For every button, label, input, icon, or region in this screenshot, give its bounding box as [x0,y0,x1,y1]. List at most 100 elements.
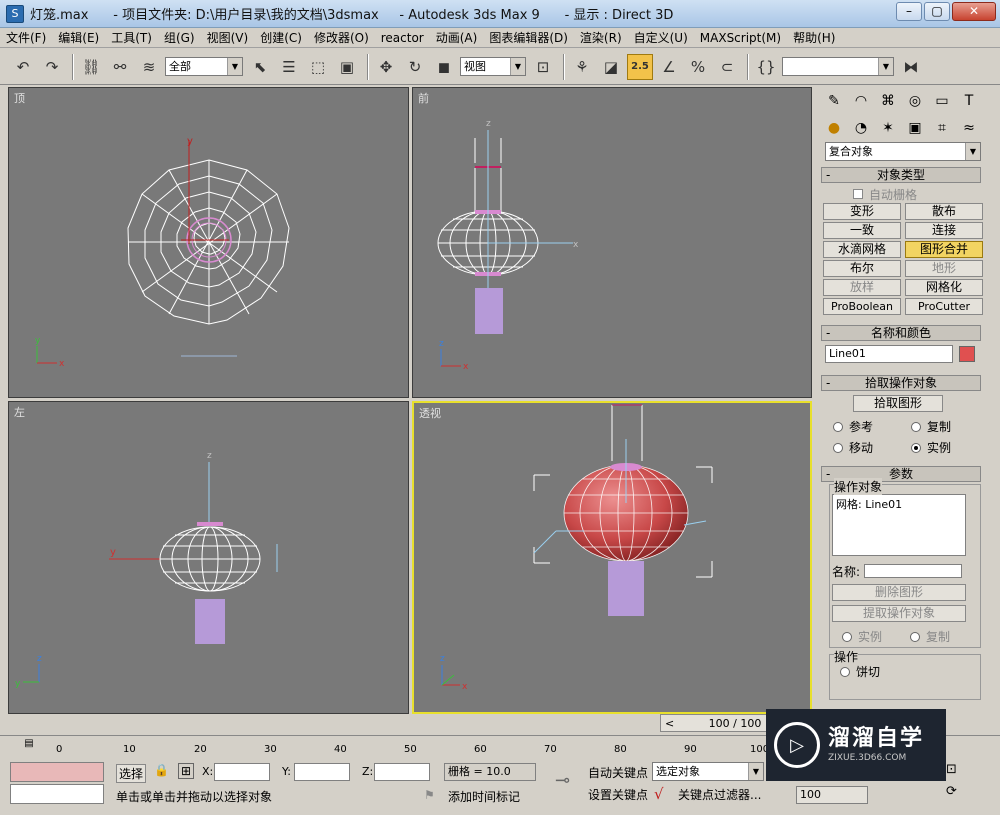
maximize-button[interactable]: ▢ [924,2,950,21]
shapes-icon[interactable]: ◔ [848,116,874,140]
extract-copy-radio[interactable]: 复制 [910,628,950,645]
object-name-input[interactable]: Line01 [825,345,953,363]
cameras-icon[interactable]: ▣ [902,116,928,140]
reference-coord-dropdown[interactable]: 视图 ▼ [460,57,526,76]
curve-editor-icon[interactable]: ▤ [18,738,40,756]
object-type-rollout[interactable]: - 对象类型 [821,167,981,183]
key-set-dropdown[interactable]: 选定对象 ▼ [652,762,764,781]
menu-group[interactable]: 组(G) [158,28,201,48]
align-icon[interactable]: ◪ [598,54,624,80]
pick-shape-button[interactable]: 拾取图形 [853,395,943,412]
helpers-icon[interactable]: ⌗ [929,116,955,140]
menu-maxscript[interactable]: MAXScript(M) [694,28,787,48]
menu-file[interactable]: 文件(F) [0,28,52,48]
operands-list[interactable]: 网格: Line01 [832,494,966,556]
lock-icon[interactable]: 🔒 [154,763,169,777]
menu-modifiers[interactable]: 修改器(O) [308,28,375,48]
display-tab-icon[interactable]: ▭ [929,89,955,113]
loft-button[interactable]: 放样 [823,279,901,296]
orbit-icon[interactable]: ⟳ [946,784,957,799]
category-dropdown[interactable]: 复合对象 ▼ [825,142,981,161]
redo-icon[interactable]: ↷ [39,54,65,80]
current-time-input[interactable]: 100 [796,786,868,804]
mirror-selection-icon[interactable]: ⚘ [569,54,595,80]
prev-frame-icon[interactable]: < [661,717,678,730]
menu-help[interactable]: 帮助(H) [787,28,841,48]
scale-icon[interactable]: ◼ [431,54,457,80]
add-time-tag[interactable]: 添加时间标记 [448,788,520,805]
menu-customize[interactable]: 自定义(U) [628,28,694,48]
y-coordinate-input[interactable] [294,763,350,781]
menu-animation[interactable]: 动画(A) [430,28,484,48]
move-radio[interactable]: 移动 [833,439,911,456]
menu-edit[interactable]: 编辑(E) [52,28,105,48]
menu-tools[interactable]: 工具(T) [105,28,158,48]
geometry-icon[interactable]: ● [821,116,847,140]
select-link-icon[interactable]: ⛓ [78,54,104,80]
select-by-name-icon[interactable]: ☰ [276,54,302,80]
operand-item[interactable]: 网格: Line01 [836,496,962,512]
selection-filter-dropdown[interactable]: 全部 ▼ [165,57,243,76]
menu-graph-editors[interactable]: 图表编辑器(D) [483,28,574,48]
space-warps-icon[interactable]: ≈ [956,116,982,140]
viewport-perspective[interactable]: 透视 z x [412,401,812,714]
menu-create[interactable]: 创建(C) [254,28,308,48]
set-key-button[interactable]: 设置关键点 [588,786,648,803]
operand-name-input[interactable] [864,564,963,578]
conform-button[interactable]: 一致 [823,222,901,239]
instance-radio[interactable]: 实例 [911,439,989,456]
key-filters-button[interactable]: 关键点过滤器... [678,786,761,803]
procutter-button[interactable]: ProCutter [905,298,983,315]
shapemerge-button[interactable]: 图形合并 [905,241,983,258]
terrain-button[interactable]: 地形 [905,260,983,277]
menu-views[interactable]: 视图(V) [201,28,255,48]
morph-button[interactable]: 变形 [823,203,901,220]
close-button[interactable]: ✕ [952,2,996,21]
window-crossing-icon[interactable]: ▣ [334,54,360,80]
spinner-snap-icon[interactable]: ⊂ [714,54,740,80]
reference-radio[interactable]: 参考 [833,418,911,435]
proboolean-button[interactable]: ProBoolean [823,298,901,315]
viewport-left[interactable]: 左 y z z y [8,401,409,714]
scatter-button[interactable]: 散布 [905,203,983,220]
rotate-icon[interactable]: ↻ [402,54,428,80]
boolean-button[interactable]: 布尔 [823,260,901,277]
autogrid-checkbox[interactable]: 自动栅格 [817,185,985,203]
create-tab-icon[interactable]: ✎ [821,89,847,113]
zoom-icon[interactable]: ⊡ [946,762,957,777]
select-object-icon[interactable]: ⬉ [247,54,273,80]
extract-operand-button[interactable]: 提取操作对象 [832,605,966,622]
absolute-mode-icon[interactable]: ⊞ [178,763,194,779]
rectangle-selection-icon[interactable]: ⬚ [305,54,331,80]
blobmesh-button[interactable]: 水滴网格 [823,241,901,258]
percent-snap-icon[interactable]: % [685,54,711,80]
maxscript-input[interactable] [10,784,104,804]
viewport-front[interactable]: 前 z x z x [412,87,812,398]
selection-set-button[interactable]: 选择 [116,764,147,783]
modify-tab-icon[interactable]: ◠ [848,89,874,113]
angle-snap-icon[interactable]: ∠ [656,54,682,80]
unlink-icon[interactable]: ⚯ [107,54,133,80]
motion-tab-icon[interactable]: ◎ [902,89,928,113]
menu-reactor[interactable]: reactor [375,28,430,48]
snap-toggle-icon[interactable]: 2.5 [627,53,653,80]
edit-named-selections-icon[interactable]: {} [753,54,779,80]
3ds-max-icon[interactable]: S [6,4,24,23]
move-icon[interactable]: ✥ [373,54,399,80]
object-color-swatch[interactable] [959,346,975,362]
copy-radio[interactable]: 复制 [911,418,989,435]
cookie-cutter-radio[interactable]: 饼切 [834,663,880,680]
utilities-tab-icon[interactable]: T [956,89,982,113]
auto-key-button[interactable]: 自动关键点 [588,764,648,781]
name-color-rollout[interactable]: - 名称和颜色 [821,325,981,341]
delete-shape-button[interactable]: 删除图形 [832,584,966,601]
pick-operand-rollout[interactable]: - 拾取操作对象 [821,375,981,391]
lights-icon[interactable]: ✶ [875,116,901,140]
connect-button[interactable]: 连接 [905,222,983,239]
pivot-center-icon[interactable]: ⊡ [530,54,556,80]
hierarchy-tab-icon[interactable]: ⌘ [875,89,901,113]
menu-rendering[interactable]: 渲染(R) [574,28,628,48]
x-coordinate-input[interactable] [214,763,270,781]
key-filter-icon[interactable]: √ [654,785,664,803]
mirror-icon[interactable]: ⧓ [898,54,924,80]
